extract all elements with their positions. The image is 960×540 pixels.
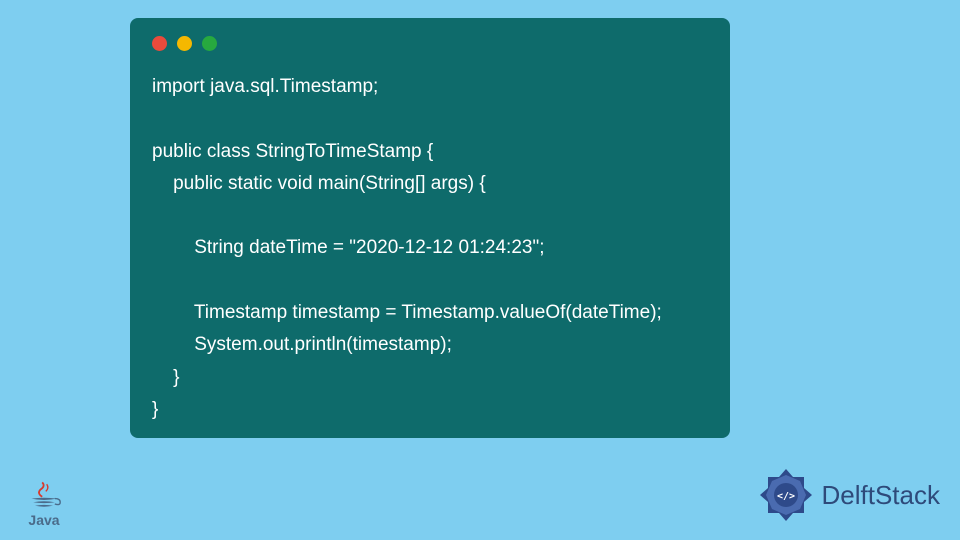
- code-block: import java.sql.Timestamp; public class …: [152, 71, 708, 426]
- svg-text:</>: </>: [776, 491, 794, 502]
- delftstack-logo: </> DelftStack: [756, 465, 941, 525]
- java-cup-icon: [26, 480, 62, 510]
- delftstack-label: DelftStack: [822, 480, 941, 511]
- maximize-icon: [202, 36, 217, 51]
- delftstack-icon: </>: [756, 465, 816, 525]
- minimize-icon: [177, 36, 192, 51]
- close-icon: [152, 36, 167, 51]
- window-controls: [152, 36, 708, 51]
- code-window: import java.sql.Timestamp; public class …: [130, 18, 730, 438]
- java-logo: Java: [20, 480, 68, 528]
- java-label: Java: [28, 512, 59, 528]
